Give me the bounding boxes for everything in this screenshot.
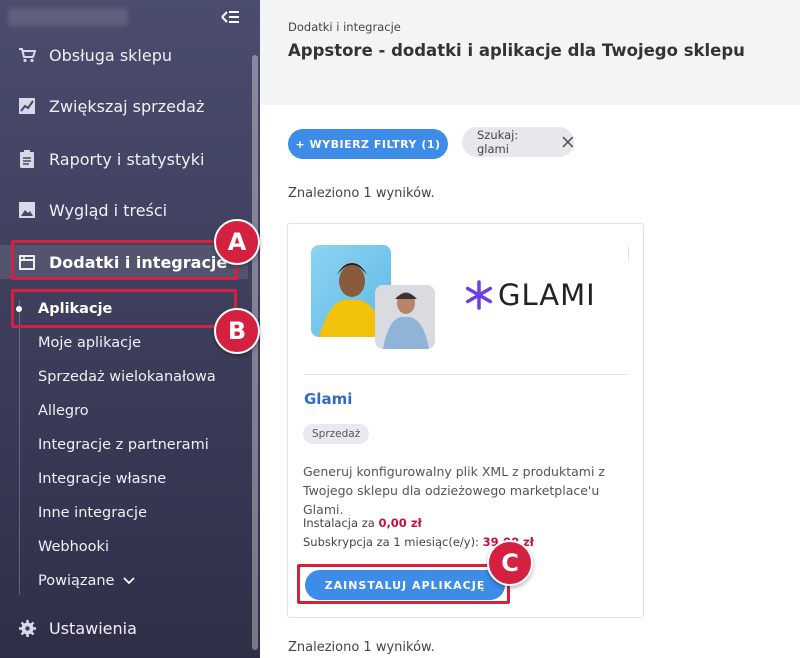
install-price-line: Instalacja za 0,00 zł [303,516,422,530]
sidebar-top [0,0,260,34]
page-title: Appstore - dodatki i aplikacje dla Twoje… [288,41,745,60]
cart-icon [18,46,36,64]
choose-filters-button[interactable]: + WYBIERZ FILTRY (1) [288,129,448,159]
install-price-value: 0,00 zł [378,516,422,530]
close-icon[interactable] [562,136,574,148]
results-count-bottom: Znaleziono 1 wyników. [288,640,435,655]
annotation-badge-b: B [214,308,260,354]
nav-item-ustawienia[interactable]: Ustawienia [0,611,248,645]
subscription-price-label: Subskrypcja za 1 miesiąc(e/y): [303,535,479,549]
glami-logo-text: GLAMI [498,278,596,312]
card-divider-vertical [628,246,629,262]
nav-item-zwiekszaj-sprzedaz[interactable]: Zwiększaj sprzedaż [0,89,248,123]
highlight-box-a [11,240,238,280]
app-card[interactable]: GLAMI Glami Sprzedaż Generuj konfigurowa… [287,223,644,618]
subnav-item-moje-aplikacje[interactable]: Moje aplikacje [38,330,141,356]
nav-label: Ustawienia [49,618,137,638]
highlight-box-c [297,564,510,604]
gear-icon [18,619,36,637]
nav-label: Raporty i statystyki [49,149,205,169]
submenu-line [19,300,20,595]
image-icon [18,201,36,219]
subnav-item-integracje-wlasne[interactable]: Integracje własne [38,466,166,492]
nav-label: Wygląd i treści [49,200,168,220]
highlight-box-b [11,289,237,328]
clipboard-icon [18,150,36,168]
chart-line-icon [18,97,36,115]
shop-name-blurred [8,8,128,26]
nav-item-wyglad[interactable]: Wygląd i treści [0,193,248,227]
card-divider [304,374,629,375]
install-price-label: Instalacja za [303,516,375,530]
subnav-item-sprzedaz-wielokanalowa[interactable]: Sprzedaż wielokanałowa [38,364,216,390]
sidebar-scrollbar[interactable] [252,55,258,650]
breadcrumb[interactable]: Dodatki i integracje [288,20,401,34]
category-tag: Sprzedaż [303,424,370,444]
glami-logo: GLAMI [464,278,596,312]
collapse-sidebar-icon[interactable] [220,8,240,26]
results-count: Znaleziono 1 wyników. [288,186,435,201]
app-description: Generuj konfigurowalny plik XML z produk… [303,464,605,517]
subnav-label: Powiązane [38,573,115,589]
subnav-item-webhooki[interactable]: Webhooki [38,534,109,560]
subnav-item-inne-integracje[interactable]: Inne integracje [38,500,147,526]
subnav-item-powiazane[interactable]: Powiązane [38,568,136,594]
app-name[interactable]: Glami [304,390,352,408]
subnav-item-allegro[interactable]: Allegro [38,398,89,424]
chevron-down-icon [123,577,136,585]
nav-label: Zwiększaj sprzedaż [49,96,205,116]
search-filter-chip[interactable]: Szukaj: glami [462,127,574,157]
nav-label: Obsługa sklepu [49,45,173,65]
subnav-item-integracje-z-partnerami[interactable]: Integracje z partnerami [38,432,209,458]
nav-item-obsluga-sklepu[interactable]: Obsługa sklepu [0,38,248,72]
glami-asterisk-icon [465,280,493,310]
search-chip-label: Szukaj: glami [477,128,519,156]
nav-item-raporty[interactable]: Raporty i statystyki [0,142,248,176]
annotation-badge-c: C [487,540,533,586]
annotation-badge-a: A [214,219,260,265]
